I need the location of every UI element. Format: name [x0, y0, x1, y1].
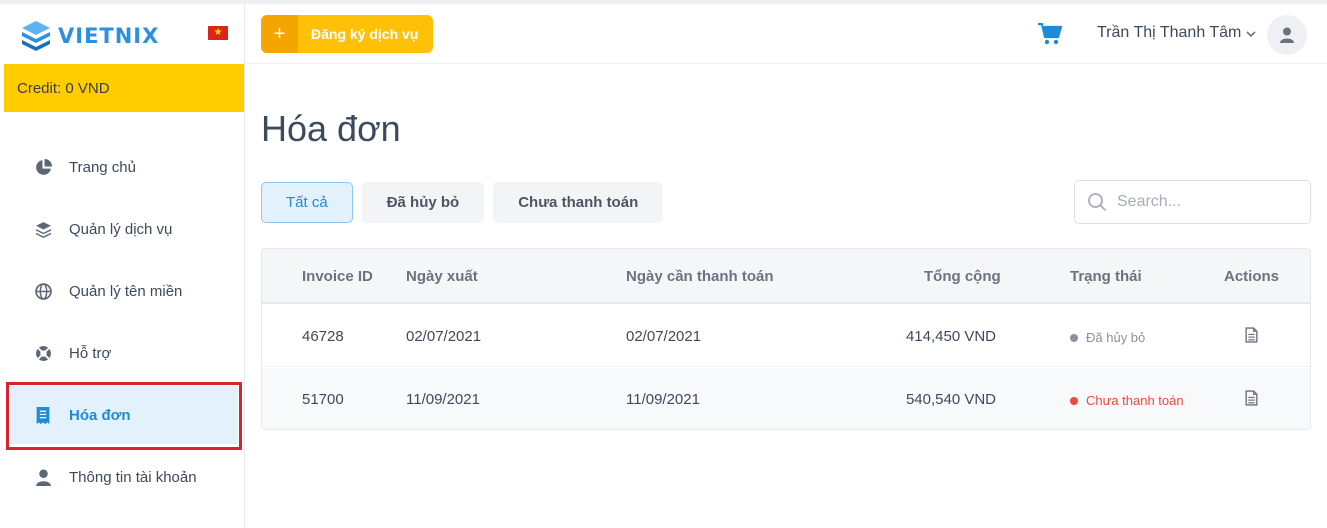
chevron-down-icon[interactable]: [1245, 27, 1257, 39]
invoice-id[interactable]: 46728: [302, 328, 344, 345]
status-text: Chưa thanh toán: [1086, 393, 1184, 408]
search-box: [1074, 180, 1311, 224]
sidebar: VIETNIX ★ Credit: 0 VND Trang chủ Quản l…: [4, 4, 245, 528]
status-badge: Chưa thanh toán: [1070, 393, 1184, 408]
tab-unpaid[interactable]: Chưa thanh toán: [493, 182, 664, 223]
due-date: 02/07/2021: [626, 328, 702, 345]
issue-date: 02/07/2021: [406, 328, 482, 345]
page-title: Hóa đơn: [261, 108, 401, 149]
vietnix-logo-icon: [22, 21, 50, 51]
col-actions: Actions: [1224, 268, 1280, 285]
layers-icon: [34, 220, 52, 238]
sidebar-item-services[interactable]: Quản lý dịch vụ: [4, 198, 244, 260]
brand-logo[interactable]: VIETNIX: [20, 16, 159, 56]
sidebar-item-account[interactable]: Thông tin tài khoản: [4, 446, 244, 508]
sidebar-item-label: Thông tin tài khoản: [69, 468, 197, 486]
status-dot: [1070, 396, 1078, 405]
col-due-date: Ngày cần thanh toán: [626, 268, 774, 285]
receipt-icon: [34, 406, 52, 424]
tab-cancelled[interactable]: Đã hủy bỏ: [361, 182, 485, 223]
issue-date: 11/09/2021: [406, 391, 480, 408]
invoice-id[interactable]: 51700: [302, 391, 344, 408]
sidebar-item-label: Hóa đơn: [69, 406, 131, 424]
sidebar-item-label: Quản lý dịch vụ: [69, 220, 173, 238]
table-header: Invoice ID Ngày xuất Ngày cần thanh toán…: [262, 249, 1310, 304]
invoice-filter-tabs: Tất cả Đã hủy bỏ Chưa thanh toán: [261, 182, 664, 223]
avatar-user-icon: [1280, 27, 1294, 43]
status-dot: [1070, 333, 1078, 342]
search-input[interactable]: [1117, 193, 1297, 211]
sidebar-item-invoices[interactable]: Hóa đơn: [4, 382, 244, 450]
user-icon: [34, 468, 52, 486]
table-row[interactable]: 51700 11/09/2021 11/09/2021 540,540 VND …: [262, 368, 1310, 429]
sidebar-item-label: Hỗ trợ: [69, 344, 112, 362]
pie-chart-icon: [34, 158, 52, 176]
sidebar-item-label: Trang chủ: [69, 158, 136, 176]
view-invoice-icon[interactable]: [1245, 390, 1259, 408]
search-icon: [1088, 193, 1107, 212]
vietnam-flag-icon[interactable]: ★: [208, 26, 228, 40]
col-total: Tổng cộng: [924, 268, 1001, 285]
sidebar-item-domains[interactable]: Quản lý tên miền: [4, 260, 244, 322]
view-invoice-icon[interactable]: [1245, 327, 1259, 345]
due-date: 11/09/2021: [626, 391, 700, 408]
user-name[interactable]: Trần Thị Thanh Tâm: [1097, 24, 1241, 42]
sidebar-item-home[interactable]: Trang chủ: [4, 136, 244, 198]
life-ring-icon: [34, 344, 52, 362]
sidebar-item-label: Quản lý tên miền: [69, 282, 183, 300]
invoice-table: Invoice ID Ngày xuất Ngày cần thanh toán…: [261, 248, 1311, 430]
col-status: Trạng thái: [1070, 268, 1142, 285]
status-text: Đã hủy bỏ: [1086, 330, 1146, 345]
register-service-label: Đăng ký dịch vụ: [311, 26, 419, 42]
plus-icon: +: [261, 15, 298, 53]
status-badge: Đã hủy bỏ: [1070, 330, 1145, 345]
total-amount: 540,540 VND: [905, 391, 996, 408]
cart-icon[interactable]: [1038, 22, 1063, 45]
col-invoice-id: Invoice ID: [302, 268, 373, 285]
top-header: + Đăng ký dịch vụ Trần Thị Thanh Tâm: [245, 4, 1327, 64]
sidebar-item-support[interactable]: Hỗ trợ: [4, 322, 244, 384]
col-issue-date: Ngày xuất: [406, 268, 478, 285]
register-service-button[interactable]: + Đăng ký dịch vụ: [261, 15, 433, 53]
globe-icon: [34, 282, 52, 300]
avatar[interactable]: [1267, 15, 1307, 55]
credit-balance: Credit: 0 VND: [4, 64, 244, 112]
brand-name: VIETNIX: [58, 24, 160, 48]
total-amount: 414,450 VND: [905, 328, 996, 345]
tab-all[interactable]: Tất cả: [261, 182, 353, 223]
sidebar-nav: Trang chủ Quản lý dịch vụ Quản lý tên mi…: [4, 136, 244, 508]
table-row[interactable]: 46728 02/07/2021 02/07/2021 414,450 VND …: [262, 305, 1310, 367]
